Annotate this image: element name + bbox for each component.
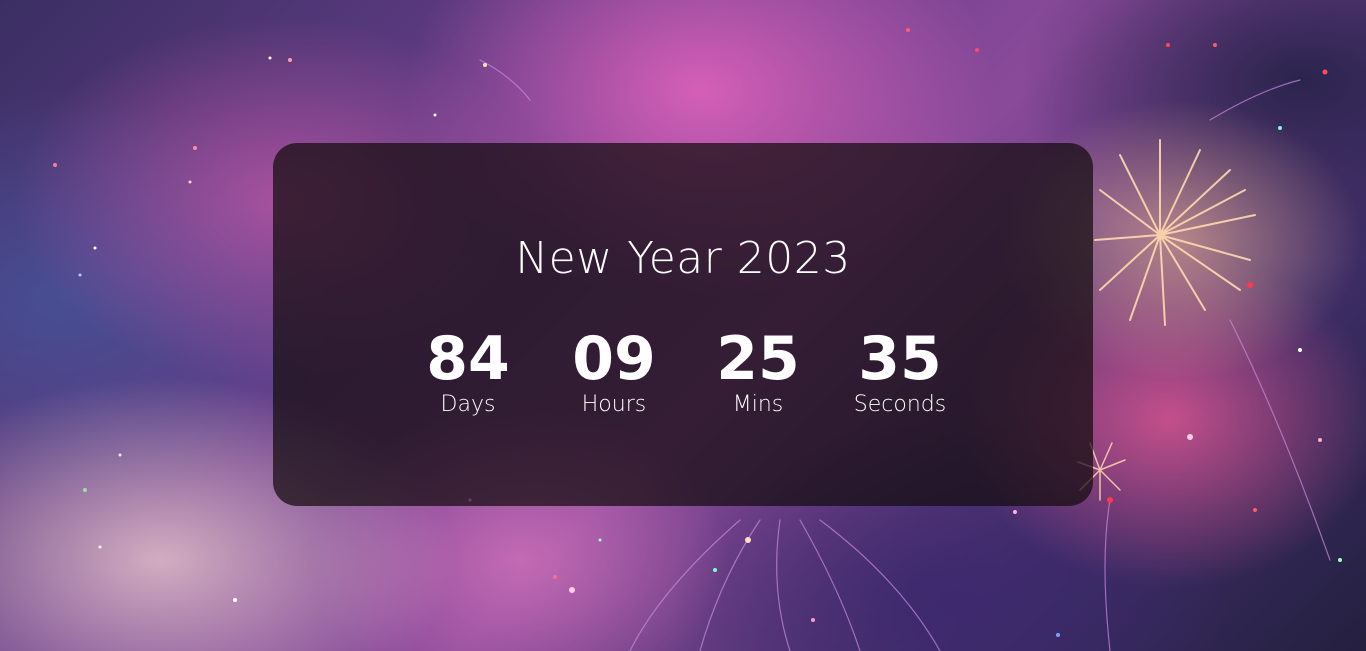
countdown-mins: 25 Mins <box>683 323 833 419</box>
hours-label: Hours <box>581 392 647 417</box>
countdown-hours: 09 Hours <box>539 323 689 419</box>
countdown-card: New Year 2023 84 Days 09 Hours 25 Mins 3… <box>273 143 1093 506</box>
countdown-days: 84 Days <box>393 323 543 419</box>
seconds-label: Seconds <box>853 392 947 417</box>
firework-burst-right <box>1094 139 1256 326</box>
hours-value: 09 <box>572 324 656 394</box>
countdown-units: 84 Days 09 Hours 25 Mins 35 Seconds <box>273 323 1093 433</box>
countdown-title: New Year 2023 <box>515 233 851 284</box>
mins-value: 25 <box>716 324 800 394</box>
countdown-seconds: 35 Seconds <box>825 323 975 419</box>
seconds-value: 35 <box>858 324 942 394</box>
mins-label: Mins <box>732 392 784 417</box>
days-label: Days <box>440 392 496 417</box>
days-value: 84 <box>426 324 510 394</box>
